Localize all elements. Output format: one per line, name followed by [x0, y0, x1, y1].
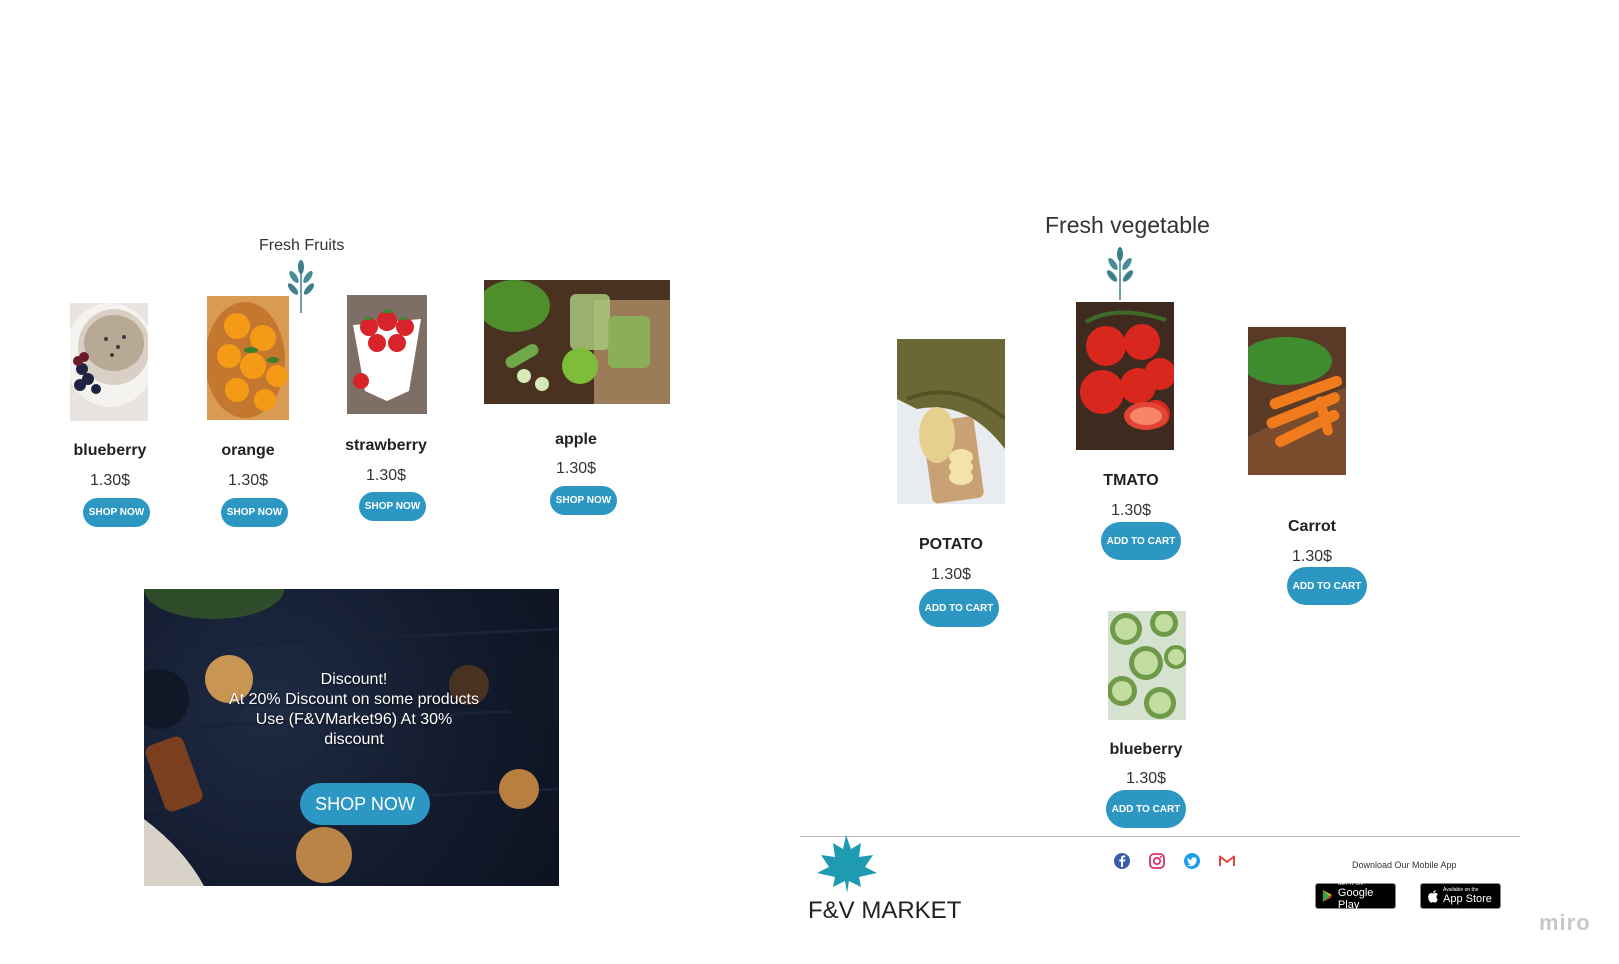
add-to-cart-button[interactable]: ADD TO CART	[1106, 790, 1186, 828]
discount-banner: Discount! At 20% Discount on some produc…	[144, 589, 559, 886]
vegetable-name: POTATO	[919, 536, 983, 553]
instagram-icon[interactable]	[1148, 852, 1166, 870]
leaf-icon	[1106, 247, 1134, 300]
app-store-label-group: Available on the App Store	[1443, 887, 1492, 905]
vegetable-price: 1.30$	[1125, 770, 1167, 787]
cucumber-image	[1108, 611, 1186, 720]
add-to-cart-button[interactable]: ADD TO CART	[1101, 522, 1181, 560]
promo-shop-now-button[interactable]: SHOP NOW	[300, 783, 430, 825]
gmail-icon[interactable]	[1218, 852, 1236, 870]
fruit-name: orange	[221, 442, 275, 459]
fruit-price: 1.30$	[365, 467, 407, 484]
discount-text: Discount! At 20% Discount on some produc…	[229, 671, 479, 748]
carrot-image	[1248, 327, 1346, 475]
tomato-image	[1076, 302, 1174, 450]
vegetables-section-title: Fresh vegetable	[1045, 212, 1210, 238]
fruit-price: 1.30$	[227, 472, 269, 489]
vegetable-name: blueberry	[1109, 741, 1183, 758]
vegetable-name: Carrot	[1287, 518, 1336, 535]
maple-leaf-logo-icon	[817, 835, 877, 893]
vegetable-price: 1.30$	[1110, 502, 1152, 519]
shop-now-button[interactable]: SHOP NOW	[550, 486, 617, 515]
fruit-name: strawberry	[345, 437, 427, 454]
google-play-icon	[1322, 890, 1333, 902]
shop-now-button[interactable]: SHOP NOW	[359, 492, 426, 521]
facebook-icon[interactable]	[1113, 852, 1131, 870]
vegetable-name: TMATO	[1103, 472, 1159, 489]
add-to-cart-button[interactable]: ADD TO CART	[919, 589, 999, 627]
google-play-label-group: GET IT ON Google Play	[1338, 881, 1389, 911]
download-app-label: Download Our Mobile App	[1352, 860, 1457, 870]
apple-icon	[1428, 890, 1438, 903]
miro-watermark: miro	[1539, 910, 1591, 935]
potato-image	[897, 339, 1005, 504]
google-play-label: Google Play	[1337, 887, 1374, 911]
shop-now-button[interactable]: SHOP NOW	[221, 498, 288, 527]
orange-image	[207, 296, 289, 420]
fruit-price: 1.30$	[555, 460, 597, 477]
vegetable-price: 1.30$	[930, 566, 972, 583]
footer-divider	[800, 836, 1520, 837]
add-to-cart-button[interactable]: ADD TO CART	[1287, 567, 1367, 605]
strawberry-image	[347, 295, 427, 414]
fruit-price: 1.30$	[89, 472, 131, 489]
vegetable-price: 1.30$	[1291, 548, 1333, 565]
fruits-section-title: Fresh Fruits	[259, 237, 345, 254]
brand-name: F&V MARKET	[808, 897, 962, 924]
shop-now-button[interactable]: SHOP NOW	[83, 498, 150, 527]
fruit-name: blueberry	[73, 442, 147, 459]
app-store-button[interactable]: Available on the App Store	[1420, 883, 1501, 909]
blueberry-image	[70, 303, 148, 421]
apple-image	[484, 280, 670, 404]
fruit-name: apple	[555, 431, 597, 448]
app-store-label: App Store	[1443, 893, 1492, 905]
twitter-icon[interactable]	[1183, 852, 1201, 870]
google-play-button[interactable]: GET IT ON Google Play	[1315, 881, 1396, 911]
